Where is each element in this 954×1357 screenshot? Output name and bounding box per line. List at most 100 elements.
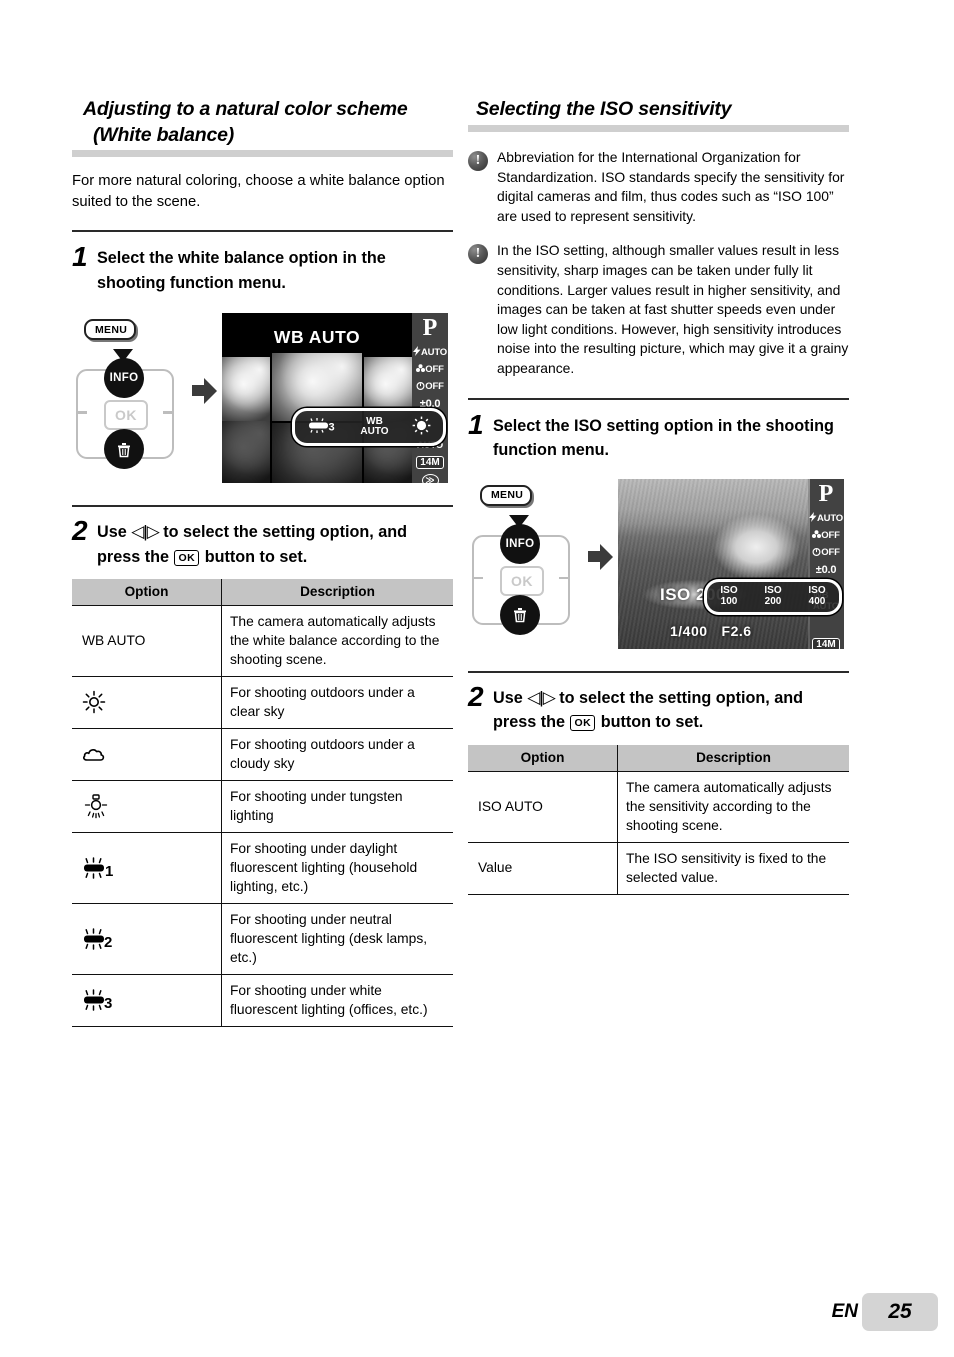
iso-option-200[interactable]: ISO 200	[764, 585, 781, 607]
iso-selection-bar[interactable]: ISO 100 ISO 200 ISO 400	[704, 578, 842, 615]
wb-camera-screen: WB AUTO P AUTO OFF OFF ±0.0 14M ≫ 3 WB A…	[222, 313, 448, 484]
svg-text:1: 1	[105, 863, 113, 880]
self-timer-indicator: OFF	[812, 547, 840, 559]
section-heading-white-balance: Adjusting to a natural color scheme (Whi…	[72, 96, 453, 157]
option-icon-sunny	[72, 676, 222, 730]
menu-button-icon: MENU	[480, 484, 533, 506]
fluorescent-1-icon: 1	[84, 857, 113, 880]
wb-screen-status-strip: P AUTO OFF OFF ±0.0 14M ≫	[412, 313, 448, 484]
shutter-speed: 1/400	[670, 622, 708, 639]
language-code: EN	[831, 1301, 858, 1322]
macro-flower-icon	[812, 529, 822, 538]
option-description: The camera automatically adjusts the whi…	[221, 605, 453, 678]
iso-camera-screen: ISO 200 1/400 F2.6 P AUTO OFF OFF ±0.0 1…	[618, 478, 844, 649]
wb-option-auto[interactable]: WB AUTO	[360, 416, 388, 438]
ok-button-glyph: OK	[570, 715, 596, 732]
divider-rule	[468, 397, 849, 400]
step-text: Use ◁|▷ to select the setting option, an…	[97, 516, 453, 569]
step-number: 1	[72, 241, 88, 273]
more-options-icon: ≫	[421, 474, 439, 484]
iso-options-table: Option Description ISO AUTO The camera a…	[468, 744, 849, 895]
sun-icon	[412, 416, 431, 435]
iso-illustration: MENU OK INFO ISO 200 1/400 F2.6 P AUTO O…	[468, 478, 849, 649]
option-description: For shooting under neutral fluorescent l…	[221, 903, 453, 976]
image-size-indicator: 14M	[416, 456, 444, 470]
table-row: 1 For shooting under daylight fluorescen…	[72, 832, 453, 905]
step-text-part-a: Use	[493, 688, 528, 707]
flash-icon	[413, 346, 421, 357]
option-description: For shooting under white fluorescent lig…	[221, 974, 453, 1028]
table-row: WB AUTO The camera automatically adjusts…	[72, 605, 453, 678]
right-arrow-mark	[559, 576, 569, 580]
left-column: Adjusting to a natural color scheme (Whi…	[72, 96, 453, 1028]
timer-icon	[416, 382, 425, 391]
flash-indicator: AUTO	[809, 511, 843, 525]
option-icon-fluorescent-2: 2	[72, 903, 222, 976]
step-text: Use ◁|▷ to select the setting option, an…	[493, 682, 849, 735]
option-icon-tungsten	[72, 780, 222, 834]
trash-can-icon	[514, 608, 526, 623]
wb-option-fluorescent3[interactable]: 3	[307, 417, 337, 437]
fluorescent-icon: 3	[308, 418, 334, 434]
tungsten-bulb-icon	[84, 794, 108, 819]
iso-option-400[interactable]: ISO 400	[808, 585, 825, 607]
table-row: For shooting outdoors under a clear sky	[72, 676, 453, 730]
iso-option-100[interactable]: ISO 100	[720, 585, 737, 607]
option-description: The ISO sensitivity is fixed to the sele…	[617, 842, 849, 895]
image-size-indicator: 14M	[812, 637, 840, 649]
step-text-part-c: button to set.	[596, 713, 704, 732]
step-text-part-a: Use	[97, 523, 132, 542]
info-button-icon: INFO	[104, 358, 144, 399]
ok-button-icon: OK	[104, 400, 148, 431]
table-header-row: Option Description	[468, 744, 849, 772]
step-text: Select the white balance option in the s…	[97, 249, 386, 292]
note-iso-sensitivity: In the ISO setting, although smaller val…	[468, 241, 849, 378]
table-row: 2 For shooting under neutral fluorescent…	[72, 903, 453, 976]
wb-selection-bar[interactable]: 3 WB AUTO	[292, 408, 446, 447]
control-pad: OK INFO	[472, 523, 570, 635]
control-pad: OK INFO	[76, 358, 174, 470]
table-row: Value The ISO sensitivity is fixed to th…	[468, 842, 849, 895]
step-number: 2	[468, 680, 484, 712]
option-description: For shooting under tungsten lighting	[221, 780, 453, 834]
step-number: 2	[72, 515, 88, 547]
page-footer: EN 25	[0, 1293, 954, 1331]
wb-screen-title: WB AUTO	[273, 327, 361, 348]
macro-flower-icon	[416, 364, 426, 373]
caution-icon	[468, 244, 488, 265]
ok-button-glyph: OK	[174, 549, 200, 566]
wb-option-sunny[interactable]	[412, 416, 431, 438]
flow-arrow-icon	[192, 377, 222, 405]
note-text: In the ISO setting, although smaller val…	[497, 242, 849, 376]
exposure-readout: 1/400 F2.6	[670, 623, 766, 639]
trash-can-icon	[118, 442, 130, 457]
step-1-white-balance: 1 Select the white balance option in the…	[72, 242, 453, 295]
section-heading-iso: Selecting the ISO sensitivity	[468, 96, 849, 132]
right-column: Selecting the ISO sensitivity Abbreviati…	[468, 96, 849, 895]
camera-controls-diagram: MENU OK INFO	[72, 313, 192, 470]
self-timer-indicator: OFF	[416, 381, 444, 393]
svg-text:3: 3	[104, 995, 112, 1012]
step-text: Select the ISO setting option in the sho…	[493, 416, 834, 460]
ok-button-icon: OK	[500, 565, 544, 596]
step-2-iso: 2 Use ◁|▷ to select the setting option, …	[468, 682, 849, 735]
table-row: For shooting outdoors under a cloudy sky	[72, 728, 453, 782]
step-text-part-c: button to set.	[200, 547, 308, 566]
flash-indicator: AUTO	[413, 346, 447, 359]
header-description: Description	[221, 579, 453, 607]
step-number: 1	[468, 408, 484, 440]
svg-text:3: 3	[328, 422, 334, 434]
fluorescent-2-icon: 2	[84, 928, 112, 951]
shooting-mode-indicator: P	[818, 480, 834, 507]
trash-button-icon	[500, 594, 540, 635]
info-button-icon: INFO	[500, 523, 540, 564]
table-header-row: Option Description	[72, 579, 453, 607]
manual-page: Adjusting to a natural color scheme (Whi…	[0, 0, 954, 1357]
heading-text: Adjusting to a natural color scheme (Whi…	[83, 98, 408, 146]
table-row: 3 For shooting under white fluorescent l…	[72, 974, 453, 1028]
option-description: The camera automatically adjusts the sen…	[617, 771, 849, 843]
note-text: Abbreviation for the International Organ…	[497, 149, 845, 224]
exposure-compensation-indicator: ±0.0	[815, 563, 837, 576]
heading-text: Selecting the ISO sensitivity	[476, 98, 732, 120]
sun-icon	[82, 691, 106, 714]
